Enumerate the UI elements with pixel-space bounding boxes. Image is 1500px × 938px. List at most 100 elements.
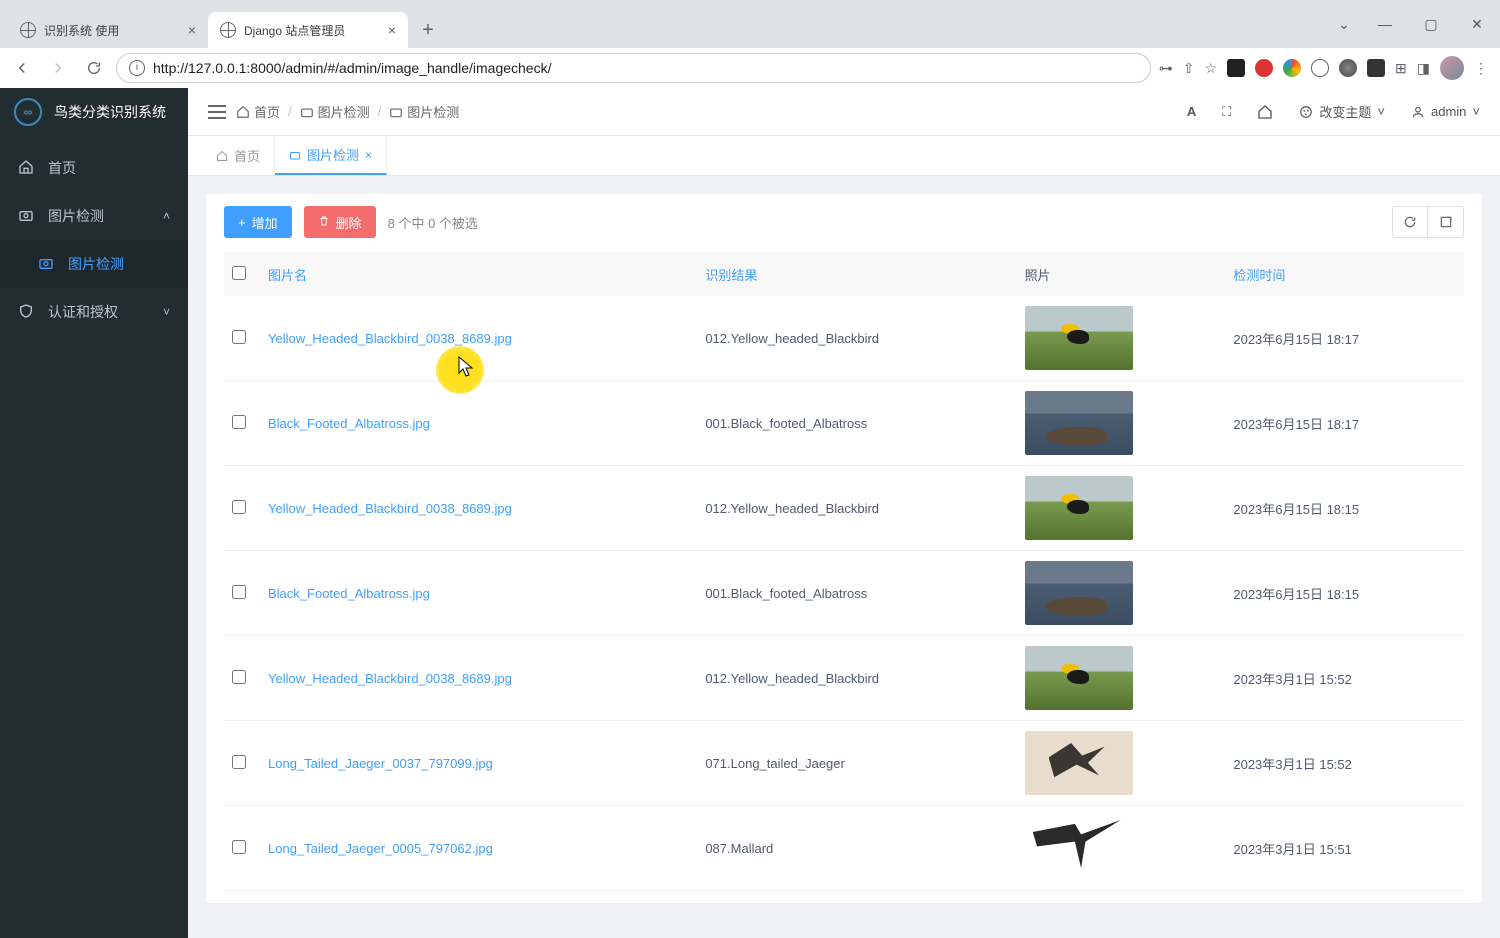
home-icon[interactable]: [1257, 104, 1273, 120]
extension-icon[interactable]: [1311, 59, 1329, 77]
sidebar-item-image-detect-child[interactable]: 图片检测: [0, 240, 188, 288]
browser-tab-0[interactable]: 识别系统 使用 ×: [8, 12, 208, 48]
tab-close-icon[interactable]: ×: [365, 148, 372, 162]
browser-tab-1[interactable]: Django 站点管理员 ×: [208, 12, 408, 48]
fullscreen-icon[interactable]: ⛶: [1222, 104, 1231, 120]
breadcrumb-current: 图片检测: [389, 102, 459, 121]
expand-button[interactable]: [1428, 206, 1464, 238]
delete-button[interactable]: 删除: [304, 206, 376, 238]
app-title: 鸟类分类识别系统: [54, 102, 166, 122]
key-icon[interactable]: ⊶: [1159, 60, 1173, 77]
filename-link[interactable]: Long_Tailed_Jaeger_0037_797099.jpg: [268, 756, 493, 771]
sidebar-item-image-detect[interactable]: 图片检测 ˄: [0, 192, 188, 240]
breadcrumb-sep: /: [288, 104, 292, 119]
row-checkbox[interactable]: [232, 840, 246, 854]
tab-title: 识别系统 使用: [44, 22, 180, 39]
row-checkbox[interactable]: [232, 670, 246, 684]
browser-toolbar: i http://127.0.0.1:8000/admin/#/admin/im…: [0, 48, 1500, 88]
main-area: 首页 / 图片检测 / 图片检测 A ⛶: [188, 88, 1500, 938]
nav-back-icon[interactable]: [8, 54, 36, 82]
row-checkbox[interactable]: [232, 755, 246, 769]
bookmark-icon[interactable]: ☆: [1204, 60, 1217, 77]
content-area: + 增加 删除 8 个中 0 个被选: [188, 176, 1500, 938]
extension-icon[interactable]: [1227, 59, 1245, 77]
profile-avatar-icon[interactable]: [1440, 56, 1464, 80]
window-maximize-icon[interactable]: ▢: [1408, 8, 1454, 40]
filename-link[interactable]: Long_Tailed_Jaeger_0005_797062.jpg: [268, 841, 493, 856]
tab-close-icon[interactable]: ×: [188, 23, 196, 37]
nav-forward-icon: [44, 54, 72, 82]
sidebar-item-auth[interactable]: 认证和授权 ˅: [0, 288, 188, 336]
tab-dropdown-icon[interactable]: ⌄: [1326, 8, 1362, 40]
row-checkbox[interactable]: [232, 330, 246, 344]
table-row: Long_Tailed_Jaeger_0005_797062.jpg 087.Ma…: [224, 806, 1464, 891]
filename-link[interactable]: Yellow_Headed_Blackbird_0038_8689.jpg: [268, 331, 512, 346]
extension-icon[interactable]: [1367, 59, 1385, 77]
col-result[interactable]: 识别结果: [697, 252, 1016, 296]
table-row: Yellow_Headed_Blackbird_0038_8689.jpg012…: [224, 296, 1464, 381]
sidebar-toggle-icon[interactable]: [208, 105, 226, 119]
nav-reload-icon[interactable]: [80, 54, 108, 82]
thumbnail-image[interactable]: [1025, 561, 1133, 625]
trash-icon: [318, 215, 330, 230]
thumbnail-image[interactable]: [1025, 476, 1133, 540]
result-cell: 001.Black_footed_Albatross: [697, 381, 1016, 466]
sidepanel-icon[interactable]: ◨: [1417, 60, 1430, 77]
tab-close-icon[interactable]: ×: [388, 23, 396, 37]
breadcrumb-home[interactable]: 首页: [236, 102, 280, 121]
time-cell: 2023年3月1日 15:52: [1225, 636, 1464, 721]
thumbnail-image[interactable]: [1025, 646, 1133, 710]
select-all-checkbox[interactable]: [232, 266, 246, 280]
extension-icon[interactable]: [1255, 59, 1273, 77]
extensions-puzzle-icon[interactable]: ⊞: [1395, 60, 1407, 77]
globe-icon: [20, 22, 36, 38]
page-tab-image-detect[interactable]: 图片检测 ×: [275, 136, 387, 175]
refresh-button[interactable]: [1392, 206, 1428, 238]
site-info-icon[interactable]: i: [129, 60, 145, 76]
sidebar-item-home[interactable]: 首页: [0, 144, 188, 192]
col-time[interactable]: 检测时间: [1225, 252, 1464, 296]
table-row: Black_Footed_Albatross.jpg 001.Black_foot…: [224, 381, 1464, 466]
filename-link[interactable]: Black_Footed_Albatross.jpg: [268, 586, 430, 601]
page-tab-home[interactable]: 首页: [202, 136, 275, 175]
logo-icon: ∞: [14, 98, 42, 126]
table-row: Yellow_Headed_Blackbird_0038_8689.jpg012…: [224, 466, 1464, 551]
table-row: Black_Footed_Albatross.jpg 001.Black_foot…: [224, 551, 1464, 636]
url-bar[interactable]: i http://127.0.0.1:8000/admin/#/admin/im…: [116, 53, 1151, 83]
row-checkbox[interactable]: [232, 415, 246, 429]
sidebar-item-label: 图片检测: [48, 206, 104, 226]
result-cell: 001.Black_footed_Albatross: [697, 551, 1016, 636]
font-icon[interactable]: A: [1187, 104, 1196, 119]
thumbnail-image[interactable]: [1025, 391, 1133, 455]
filename-link[interactable]: Yellow_Headed_Blackbird_0038_8689.jpg: [268, 671, 512, 686]
thumbnail-image[interactable]: [1025, 731, 1133, 795]
share-icon[interactable]: ⇧: [1183, 60, 1195, 77]
result-cell: 087.Mallard: [697, 806, 1016, 891]
sidebar-item-label: 认证和授权: [48, 302, 118, 322]
theme-selector[interactable]: 改变主题 ˅: [1299, 102, 1385, 121]
filename-link[interactable]: Black_Footed_Albatross.jpg: [268, 416, 430, 431]
col-filename[interactable]: 图片名: [260, 252, 697, 296]
thumbnail-image[interactable]: [1025, 306, 1133, 370]
thumbnail-image[interactable]: [1025, 816, 1133, 880]
row-checkbox[interactable]: [232, 500, 246, 514]
window-minimize-icon[interactable]: ―: [1362, 8, 1408, 40]
new-tab-button[interactable]: +: [414, 16, 442, 44]
user-menu[interactable]: admin ˅: [1411, 104, 1480, 119]
add-button[interactable]: + 增加: [224, 206, 292, 238]
time-cell: 2023年6月15日 18:17: [1225, 381, 1464, 466]
shield-icon: [18, 303, 36, 322]
result-cell: 012.Yellow_headed_Blackbird: [697, 636, 1016, 721]
breadcrumb-section[interactable]: 图片检测: [300, 102, 370, 121]
window-close-icon[interactable]: ✕: [1454, 8, 1500, 40]
kebab-menu-icon[interactable]: ⋮: [1474, 60, 1488, 77]
url-text: http://127.0.0.1:8000/admin/#/admin/imag…: [153, 60, 552, 76]
filename-link[interactable]: Yellow_Headed_Blackbird_0038_8689.jpg: [268, 501, 512, 516]
time-cell: 2023年6月15日 18:15: [1225, 466, 1464, 551]
extension-icon[interactable]: [1283, 59, 1301, 77]
window-controls: ⌄ ― ▢ ✕: [1326, 0, 1500, 48]
extension-icon[interactable]: [1339, 59, 1357, 77]
time-cell: 2023年3月1日 15:52: [1225, 721, 1464, 806]
chevron-up-icon: ˄: [163, 209, 170, 223]
row-checkbox[interactable]: [232, 585, 246, 599]
